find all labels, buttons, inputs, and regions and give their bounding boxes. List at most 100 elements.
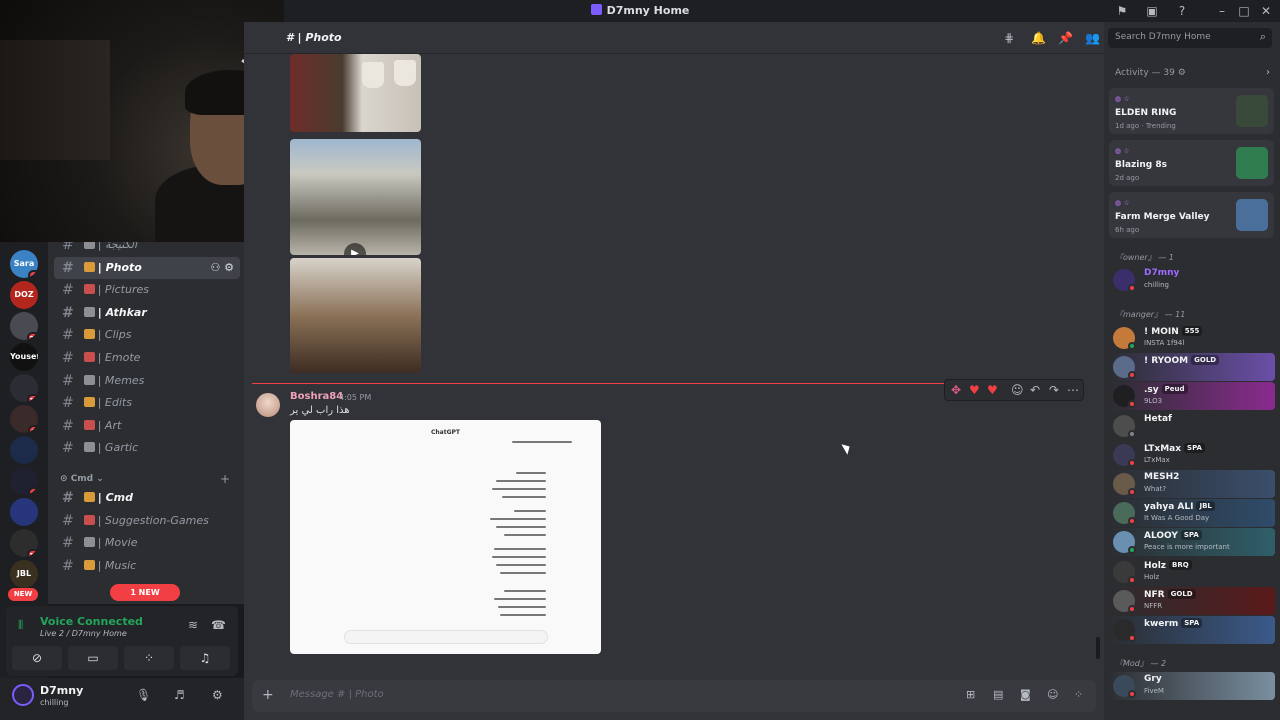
- minimize-icon[interactable]: –: [1214, 3, 1230, 19]
- member-row[interactable]: yahya ALI JBL It Was A Good Day: [1109, 499, 1275, 528]
- user-avatar[interactable]: [12, 684, 34, 706]
- disconnect-icon[interactable]: ☎: [211, 618, 226, 632]
- member-row[interactable]: Hetaf: [1109, 412, 1275, 440]
- category-cmd[interactable]: ⊙ Cmd ⌄: [60, 474, 104, 484]
- channel-3[interactable]: # | Athkar: [54, 302, 240, 324]
- inbox-icon[interactable]: ▣: [1144, 3, 1160, 19]
- sticker-icon[interactable]: ◙: [1020, 688, 1031, 701]
- activity-card[interactable]: ◍ ☆ Farm Merge Valley 6h ago: [1109, 192, 1274, 238]
- channel-8[interactable]: # | Art: [54, 415, 240, 437]
- reply-icon[interactable]: ↶: [1030, 383, 1040, 397]
- chevron-right-icon[interactable]: ›: [1266, 67, 1270, 78]
- video-attachment[interactable]: ▶: [290, 139, 421, 255]
- server-icon[interactable]: [10, 498, 38, 526]
- member-status: INSTA 1f94l: [1144, 339, 1185, 347]
- headphones-icon[interactable]: ♬: [174, 688, 185, 702]
- author-avatar[interactable]: [256, 393, 280, 417]
- heart-reaction-icon[interactable]: ♥: [969, 383, 980, 397]
- notification-bell-icon[interactable]: 🔔: [1031, 31, 1046, 45]
- add-reaction-icon[interactable]: ☺: [1011, 383, 1024, 397]
- cmd-channel-2[interactable]: # | Movie: [54, 532, 240, 554]
- camera-off-button[interactable]: ⊘: [12, 646, 62, 670]
- search-input[interactable]: Search D7mny Home: [1115, 32, 1211, 42]
- channel-label: | Clips: [97, 328, 132, 342]
- apps-icon[interactable]: ⁘: [1074, 688, 1083, 701]
- channel-1[interactable]: # | Photo ⚇ ⚙: [54, 256, 240, 279]
- member-row[interactable]: ! RYOOM GOLD: [1109, 353, 1275, 382]
- member-row[interactable]: D7mny chilling: [1109, 266, 1275, 294]
- new-servers-pill[interactable]: NEW: [8, 588, 38, 601]
- screenshot-attachment[interactable]: ChatGPT: [290, 420, 601, 654]
- search-box[interactable]: Search D7mny Home ⌕: [1108, 28, 1272, 48]
- member-row[interactable]: NFR GOLD NFFR: [1109, 586, 1275, 615]
- play-icon[interactable]: ▶: [344, 243, 366, 255]
- member-row[interactable]: ! MOIN 555 INSTA 1f94l: [1109, 324, 1275, 352]
- member-row[interactable]: .sy Peud 9LO3: [1109, 382, 1275, 411]
- cmd-channel-1[interactable]: # | Suggestion-Games: [54, 510, 240, 532]
- member-row[interactable]: Holz BRQ Holz: [1109, 558, 1275, 586]
- server-icon[interactable]: Yousef: [10, 343, 38, 371]
- server-icon[interactable]: 17: [10, 529, 38, 557]
- new-mention-pill[interactable]: 1 NEW MENTION: [110, 584, 180, 614]
- invite-settings-icon[interactable]: ⚇ ⚙: [210, 257, 234, 279]
- threads-icon[interactable]: ⋕: [1004, 31, 1014, 45]
- more-icon[interactable]: ⋯: [1067, 383, 1079, 397]
- status-dot: [1128, 517, 1136, 526]
- attach-plus-icon[interactable]: +: [262, 687, 274, 703]
- server-icon[interactable]: DOZ: [10, 281, 38, 309]
- maximize-icon[interactable]: □: [1236, 3, 1252, 19]
- channel-7[interactable]: # | Edits: [54, 392, 240, 414]
- member-row[interactable]: Gry FiveM: [1109, 672, 1275, 700]
- soundboard-button[interactable]: ♫: [180, 646, 230, 670]
- forward-icon[interactable]: ↷: [1049, 383, 1059, 397]
- gift-icon[interactable]: ⊞: [966, 688, 975, 701]
- member-row[interactable]: LTxMax SPA LTxMax: [1109, 441, 1275, 469]
- pinned-icon[interactable]: 📌: [1058, 31, 1073, 45]
- server-icon[interactable]: 15: [10, 374, 38, 402]
- channel-9[interactable]: # | Gartic: [54, 437, 240, 459]
- channel-0[interactable]: # | ألكنيجة: [54, 240, 240, 256]
- server-icon[interactable]: 7: [10, 405, 38, 433]
- noise-suppression-icon[interactable]: ≋: [188, 618, 198, 632]
- server-icon[interactable]: JBL: [10, 560, 38, 588]
- chat-scrollbar[interactable]: [1096, 637, 1100, 659]
- gif-icon[interactable]: ▤: [993, 688, 1003, 701]
- settings-gear-icon[interactable]: ⚙: [212, 688, 223, 702]
- photo-attachment[interactable]: [290, 258, 421, 373]
- server-icon[interactable]: 8: [10, 467, 38, 495]
- inbox-flag-icon[interactable]: ⚑: [1114, 3, 1130, 19]
- message-author[interactable]: Boshra84: [290, 391, 343, 402]
- channel-4[interactable]: # | Clips: [54, 324, 240, 346]
- member-list-icon[interactable]: 👥: [1085, 31, 1100, 45]
- photo-attachment[interactable]: [290, 54, 421, 132]
- channel-5[interactable]: # | Emote: [54, 347, 240, 369]
- cmd-channel-3[interactable]: # | Music: [54, 555, 240, 577]
- help-icon[interactable]: ?: [1174, 3, 1190, 19]
- member-row[interactable]: kwerm SPA: [1109, 616, 1275, 644]
- reaction-icon[interactable]: ✥: [951, 383, 961, 397]
- activity-card[interactable]: ◍ ☆ Blazing 8s 2d ago: [1109, 140, 1274, 186]
- signal-icon[interactable]: ⦀: [18, 618, 23, 633]
- voice-channel[interactable]: Live 2 / D7mny Home: [40, 629, 127, 638]
- server-icon[interactable]: [10, 436, 38, 464]
- screen-share-button[interactable]: ▭: [68, 646, 118, 670]
- channel-6[interactable]: # | Memes: [54, 370, 240, 392]
- message-composer[interactable]: + Message # | Photo ⊞ ▤ ◙ ☺ ⁘: [252, 680, 1096, 712]
- add-channel-icon[interactable]: +: [220, 472, 230, 486]
- heart-reaction-icon[interactable]: ♥: [987, 383, 998, 397]
- server-icon[interactable]: 23: [10, 312, 38, 340]
- close-icon[interactable]: ✕: [1258, 3, 1274, 19]
- member-row[interactable]: MESH2 What?: [1109, 470, 1275, 498]
- status-dot: [1128, 429, 1136, 438]
- guild-tag: BRQ: [1169, 559, 1192, 570]
- activity-card[interactable]: ◍ ☆ ELDEN RING 1d ago · Trending: [1109, 88, 1274, 134]
- microphone-icon[interactable]: 🎙: [136, 688, 151, 702]
- search-icon[interactable]: ⌕: [1260, 30, 1266, 44]
- member-row[interactable]: ALOOY SPA Peace is more important: [1109, 528, 1275, 557]
- channel-2[interactable]: # | Pictures: [54, 279, 240, 301]
- cmd-channel-0[interactable]: # | Cmd: [54, 487, 240, 509]
- emoji-icon[interactable]: ☺: [1047, 688, 1058, 701]
- server-name: DOZ: [14, 290, 34, 299]
- activities-button[interactable]: ⁘: [124, 646, 174, 670]
- server-icon[interactable]: Sara Lu5: [10, 250, 38, 278]
